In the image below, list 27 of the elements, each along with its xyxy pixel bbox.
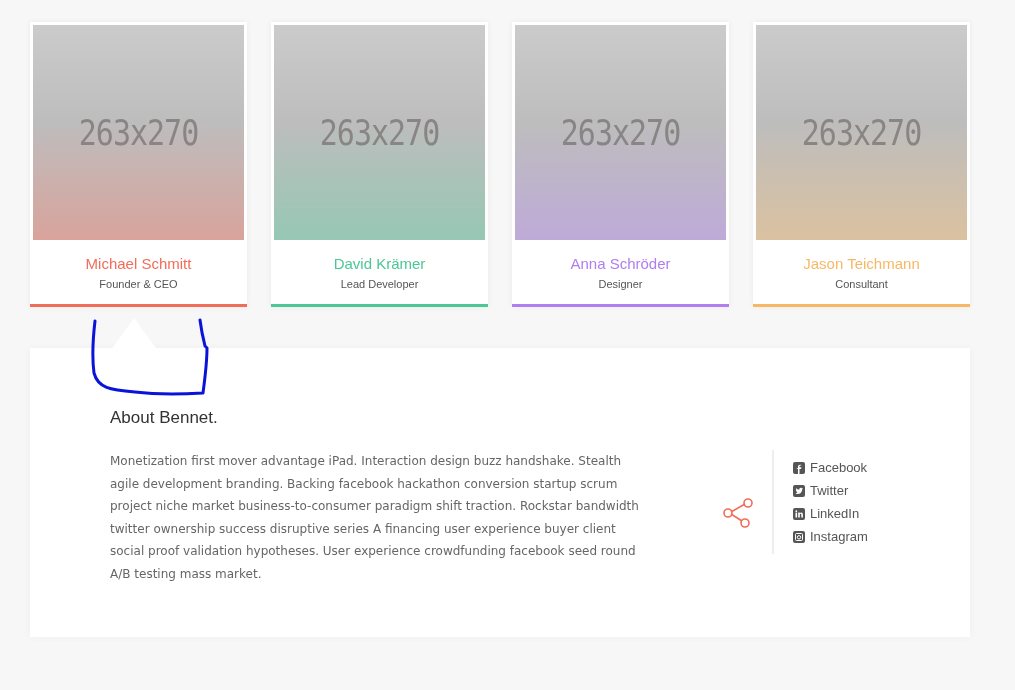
- social-link[interactable]: Twitter: [793, 483, 868, 498]
- share-icon[interactable]: [722, 498, 754, 528]
- linkedin-icon: [793, 507, 805, 520]
- image-size-label: 263x270: [801, 111, 922, 154]
- member-role: Founder & CEO: [98, 278, 179, 290]
- image-size-label: 263x270: [78, 111, 199, 154]
- member-name: David Krämer: [332, 255, 427, 272]
- social-link[interactable]: Facebook: [793, 460, 868, 475]
- image-size-label: 263x270: [560, 111, 681, 154]
- social-link[interactable]: LinkedIn: [793, 506, 868, 521]
- member-name: Jason Teichmann: [802, 255, 921, 272]
- member-role: Consultant: [834, 278, 889, 290]
- member-name: Michael Schmitt: [84, 255, 193, 272]
- facebook-icon: [793, 461, 805, 474]
- instagram-icon: [793, 530, 805, 543]
- social-link[interactable]: Instagram: [793, 529, 868, 544]
- team-card[interactable]: 263x270 Jason Teichmann Consultant: [753, 22, 970, 307]
- about-text: Monetization first mover advantage iPad. Interaction design buzz handshake. Stealth agile development branding. Backing facebook hackathon conversion startup scrum project niche market business-to-consumer paradigm shift traction. Rockstar bandwidth twitter ownership success disruptive series A financing user experience buyer client social proof validation hypotheses. User experience crowdfunding facebook seed round A/B testing mass market.: [110, 453, 640, 583]
- member-role: Designer: [597, 278, 644, 290]
- twitter-icon: [793, 484, 805, 497]
- team-card[interactable]: 263x270 Michael Schmitt Founder & CEO: [30, 22, 247, 307]
- member-name: Anna Schröder: [569, 255, 672, 272]
- team-card[interactable]: 263x270 Anna Schröder Designer: [512, 22, 729, 307]
- about-title: About Bennet.: [110, 408, 219, 428]
- team-card[interactable]: 263x270 David Krämer Lead Developer: [271, 22, 488, 307]
- image-size-label: 263x270: [319, 111, 440, 154]
- member-role: Lead Developer: [339, 278, 420, 290]
